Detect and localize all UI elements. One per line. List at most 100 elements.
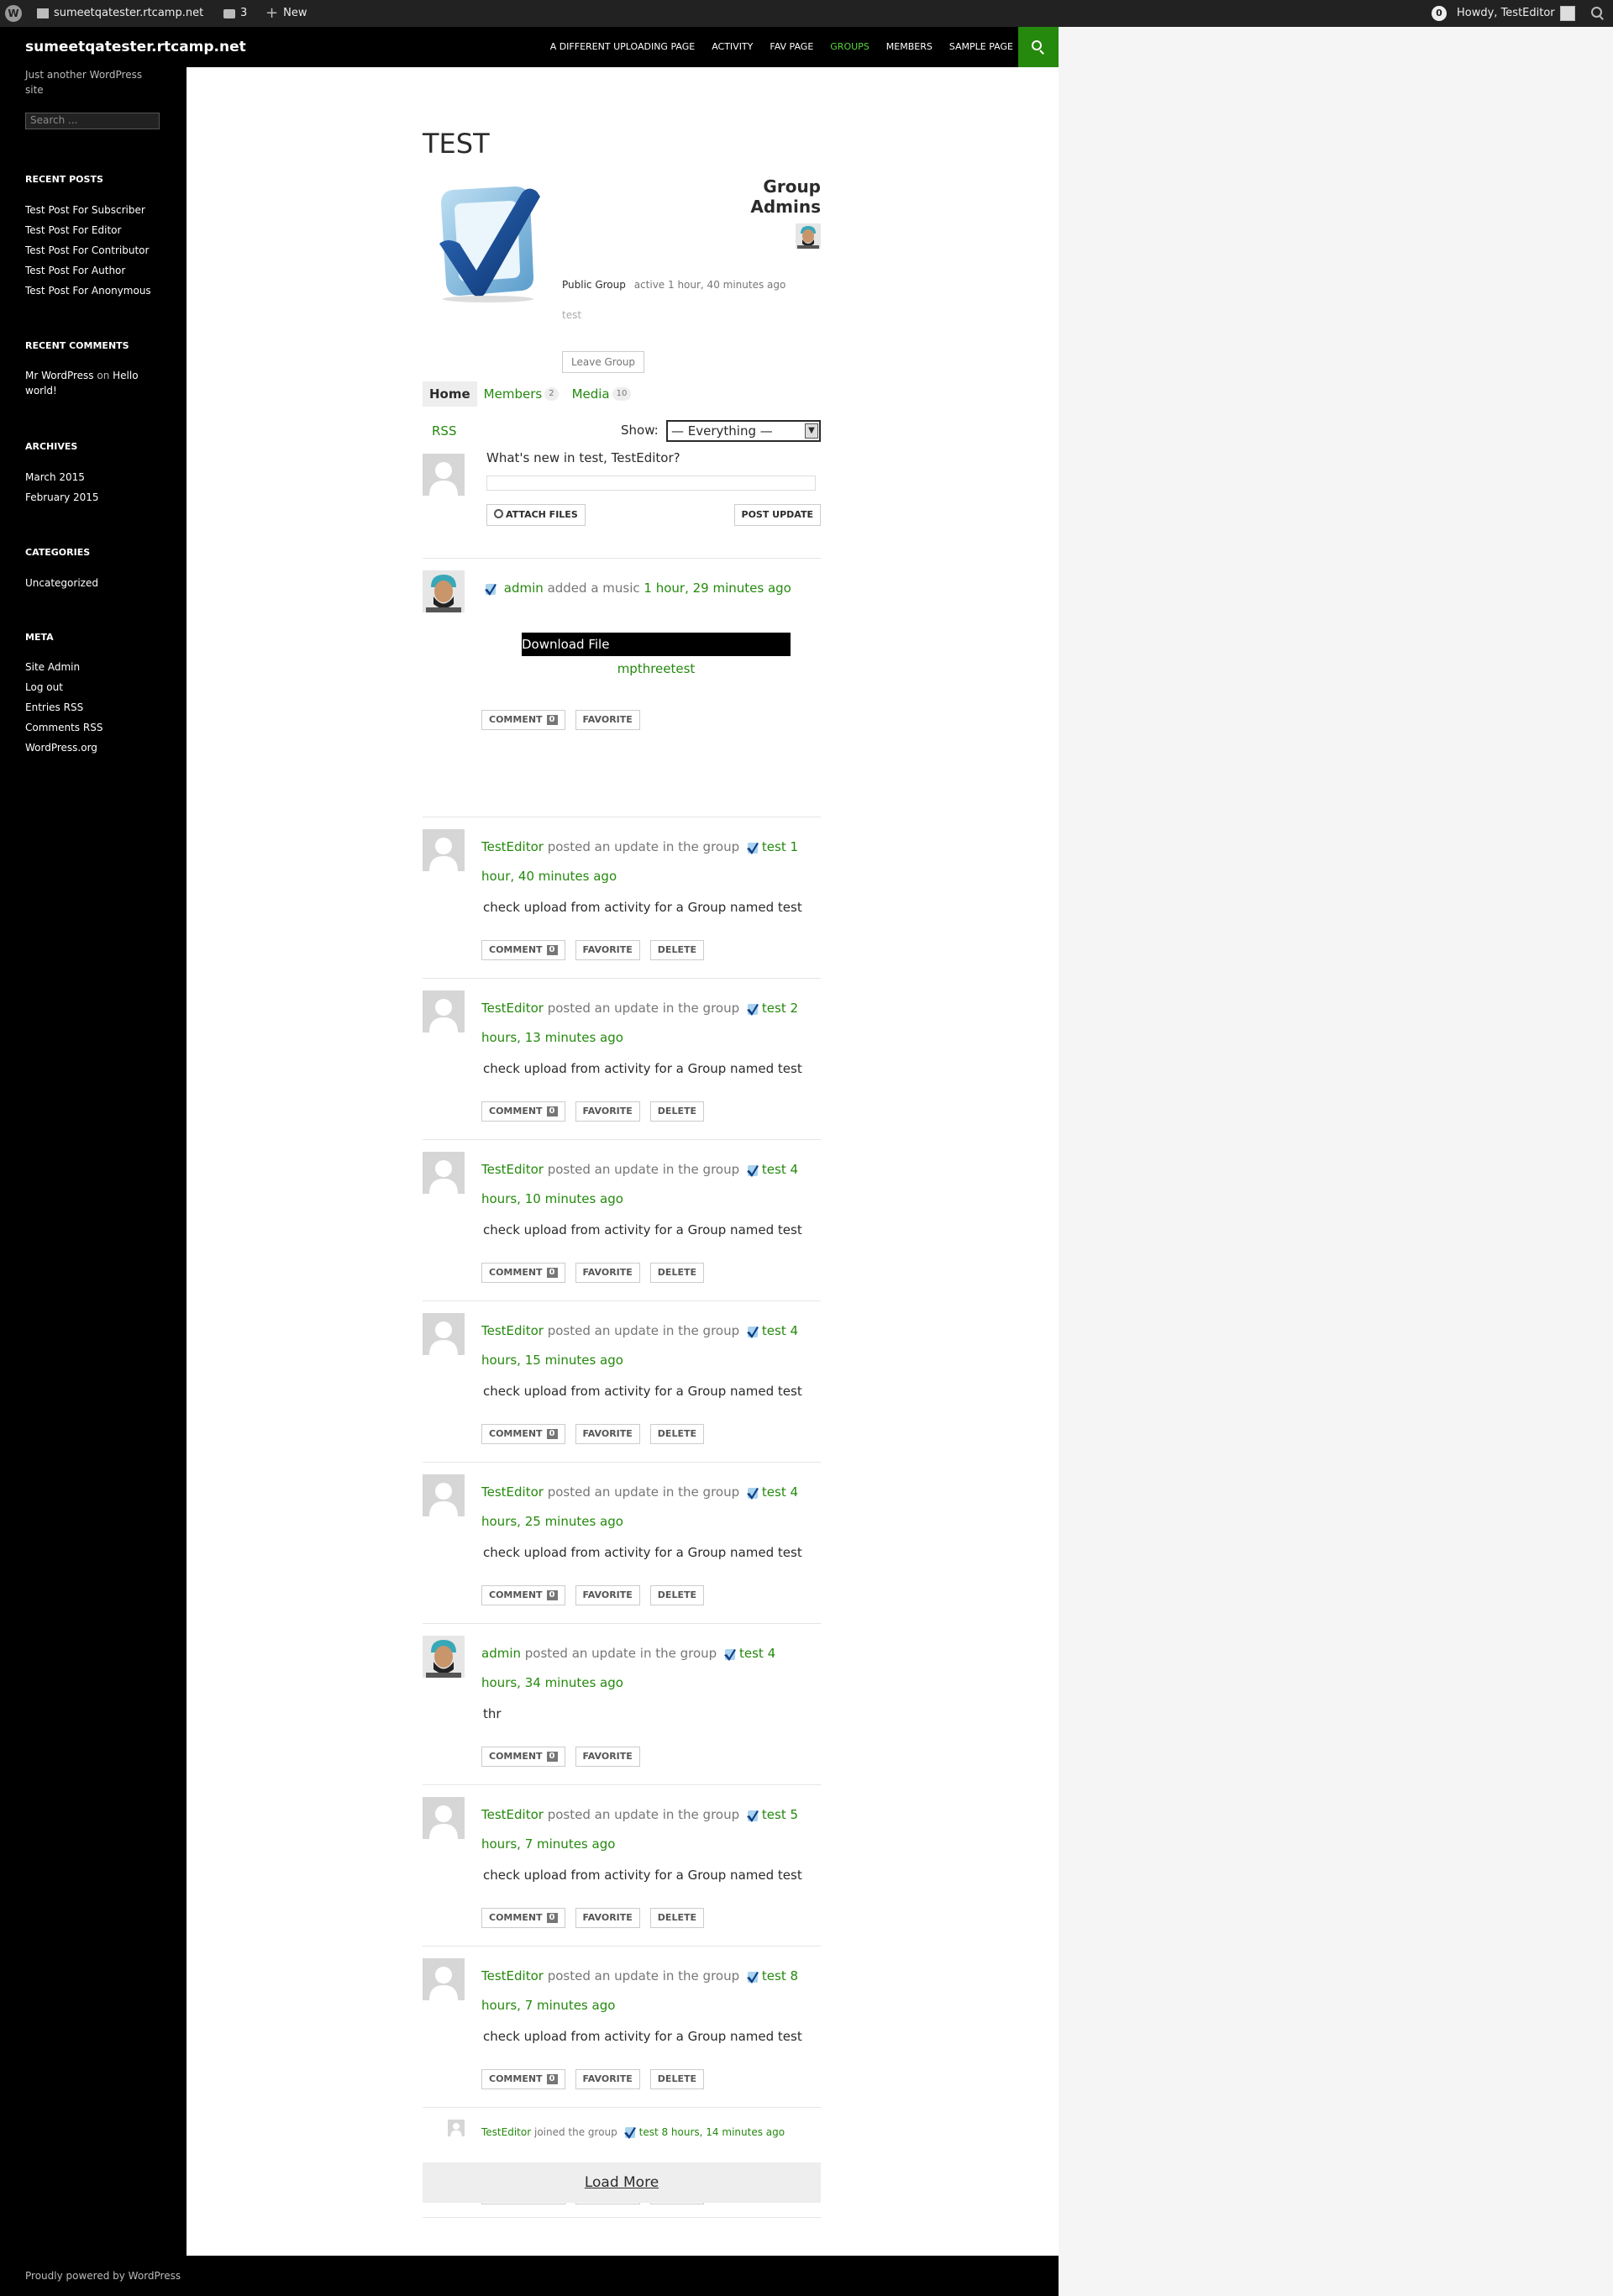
meta-link[interactable]: Entries RSS xyxy=(25,697,168,717)
download-file-button[interactable]: Download File xyxy=(522,633,791,656)
activity-group-link[interactable]: test xyxy=(762,1001,786,1016)
sidebar-search-input[interactable]: Search ... xyxy=(25,113,160,129)
recent-post-link[interactable]: Test Post For Author xyxy=(25,260,168,281)
post-update-button[interactable]: POST UPDATE xyxy=(733,504,821,526)
group-checkmark-icon[interactable] xyxy=(746,1326,759,1339)
group-checkmark-icon[interactable] xyxy=(623,2126,637,2140)
delete-button[interactable]: DELETE xyxy=(649,2069,704,2089)
comment-button[interactable]: COMMENT0 xyxy=(481,1747,565,1767)
notifications-count[interactable]: 0 xyxy=(1432,6,1447,21)
activity-group-link[interactable]: test xyxy=(762,1968,786,1983)
comment-button[interactable]: COMMENT0 xyxy=(481,1585,565,1605)
activity-author-link[interactable]: TestEditor xyxy=(481,1968,544,1983)
admin-bar-search[interactable] xyxy=(1591,0,1605,27)
activity-group-link[interactable]: test xyxy=(739,1646,764,1661)
account-menu[interactable]: Howdy, TestEditor xyxy=(1457,0,1575,27)
meta-link[interactable]: Comments RSS xyxy=(25,717,168,738)
favorite-button[interactable]: FAVORITE xyxy=(575,2069,640,2089)
delete-button[interactable]: DELETE xyxy=(649,1424,704,1444)
nav-item-activity[interactable]: ACTIVITY xyxy=(703,27,761,67)
admin-avatar-icon[interactable] xyxy=(423,570,465,612)
nav-item-different-uploading-page[interactable]: A DIFFERENT UPLOADING PAGE xyxy=(542,27,704,67)
default-avatar-icon[interactable] xyxy=(423,1797,465,1839)
archive-link[interactable]: February 2015 xyxy=(25,487,168,507)
activity-group-link[interactable]: test xyxy=(639,2126,659,2138)
admin-avatar-icon[interactable] xyxy=(423,1636,465,1678)
category-link[interactable]: Uncategorized xyxy=(25,573,168,593)
nav-item-groups[interactable]: GROUPS xyxy=(822,27,878,67)
tab-members[interactable]: Members 2 xyxy=(477,381,565,407)
wordpress-logo-icon[interactable]: W xyxy=(5,5,22,22)
comment-button[interactable]: COMMENT0 xyxy=(481,1263,565,1283)
default-avatar-icon[interactable] xyxy=(423,829,465,871)
search-icon[interactable] xyxy=(1591,7,1605,20)
group-checkmark-icon[interactable] xyxy=(723,1648,737,1662)
search-toggle-button[interactable] xyxy=(1018,27,1059,67)
favorite-button[interactable]: FAVORITE xyxy=(575,940,640,960)
recent-post-link[interactable]: Test Post For Contributor xyxy=(25,240,168,260)
footer-credit-link[interactable]: Proudly powered by WordPress xyxy=(25,2256,181,2296)
leave-group-button[interactable]: Leave Group xyxy=(562,351,645,373)
admin-avatar-icon[interactable] xyxy=(796,223,821,249)
activity-author-link[interactable]: TestEditor xyxy=(481,2126,531,2138)
admin-bar-new[interactable]: + New xyxy=(265,0,307,27)
default-avatar-icon[interactable] xyxy=(423,990,465,1032)
activity-author-link[interactable]: TestEditor xyxy=(481,1484,544,1500)
recent-post-link[interactable]: Test Post For Subscriber xyxy=(25,200,168,220)
activity-author-link[interactable]: TestEditor xyxy=(481,1001,544,1016)
activity-group-link[interactable]: test xyxy=(762,1323,786,1338)
default-avatar-icon[interactable] xyxy=(423,1474,465,1516)
group-checkmark-icon[interactable] xyxy=(484,583,497,596)
site-title[interactable]: sumeetqatester.rtcamp.net xyxy=(25,27,246,67)
meta-link[interactable]: Site Admin xyxy=(25,657,168,677)
activity-author-link[interactable]: admin xyxy=(481,1646,521,1661)
meta-link[interactable]: Log out xyxy=(25,677,168,697)
favorite-button[interactable]: FAVORITE xyxy=(575,710,640,730)
favorite-button[interactable]: FAVORITE xyxy=(575,1908,640,1928)
favorite-button[interactable]: FAVORITE xyxy=(575,1263,640,1283)
admin-bar-comments[interactable]: 3 xyxy=(223,0,247,27)
group-checkmark-icon[interactable] xyxy=(746,1003,759,1017)
favorite-button[interactable]: FAVORITE xyxy=(575,1101,640,1122)
rss-link[interactable]: RSS xyxy=(432,423,456,439)
wordpress-menu[interactable]: W xyxy=(5,0,22,27)
group-checkmark-icon[interactable] xyxy=(746,1810,759,1823)
activity-group-link[interactable]: test xyxy=(762,1484,786,1500)
howdy-greeting[interactable]: Howdy, TestEditor xyxy=(1457,0,1555,27)
attach-files-button[interactable]: ATTACH FILES xyxy=(486,504,586,526)
favorite-button[interactable]: FAVORITE xyxy=(575,1585,640,1605)
delete-button[interactable]: DELETE xyxy=(649,1101,704,1122)
activity-group-link[interactable]: test xyxy=(762,1162,786,1177)
notifications-menu[interactable]: 0 xyxy=(1432,0,1447,27)
activity-author-link[interactable]: admin xyxy=(504,581,544,596)
activity-group-link[interactable]: test xyxy=(762,1807,786,1822)
archive-link[interactable]: March 2015 xyxy=(25,467,168,487)
comment-button[interactable]: COMMENT0 xyxy=(481,940,565,960)
group-checkmark-avatar-icon[interactable] xyxy=(423,178,549,304)
whats-new-textarea[interactable] xyxy=(486,475,816,491)
activity-timestamp-link[interactable]: 1 hour, 29 minutes ago xyxy=(644,581,791,596)
activity-author-link[interactable]: TestEditor xyxy=(481,839,544,854)
admin-bar-site-name[interactable]: sumeetqatester.rtcamp.net xyxy=(54,0,203,27)
comment-author-link[interactable]: Mr WordPress xyxy=(25,370,94,381)
delete-button[interactable]: DELETE xyxy=(649,1263,704,1283)
tab-media[interactable]: Media 10 xyxy=(565,381,638,407)
recent-post-link[interactable]: Test Post For Editor xyxy=(25,220,168,240)
activity-author-link[interactable]: TestEditor xyxy=(481,1807,544,1822)
comment-button[interactable]: COMMENT0 xyxy=(481,710,565,730)
comment-button[interactable]: COMMENT0 xyxy=(481,1424,565,1444)
group-checkmark-icon[interactable] xyxy=(746,842,759,855)
group-checkmark-icon[interactable] xyxy=(746,1164,759,1178)
group-checkmark-icon[interactable] xyxy=(746,1487,759,1500)
comment-button[interactable]: COMMENT0 xyxy=(481,1908,565,1928)
activity-timestamp-link[interactable]: 8 hours, 14 minutes ago xyxy=(661,2126,785,2138)
default-avatar-icon[interactable] xyxy=(423,1958,465,2000)
comment-button[interactable]: COMMENT0 xyxy=(481,1101,565,1122)
delete-button[interactable]: DELETE xyxy=(649,1585,704,1605)
default-avatar-icon[interactable] xyxy=(423,1152,465,1194)
favorite-button[interactable]: FAVORITE xyxy=(575,1424,640,1444)
nav-item-members[interactable]: MEMBERS xyxy=(878,27,941,67)
nav-item-sample-page[interactable]: SAMPLE PAGE xyxy=(941,27,1022,67)
default-avatar-icon[interactable] xyxy=(423,1313,465,1355)
delete-button[interactable]: DELETE xyxy=(649,1908,704,1928)
